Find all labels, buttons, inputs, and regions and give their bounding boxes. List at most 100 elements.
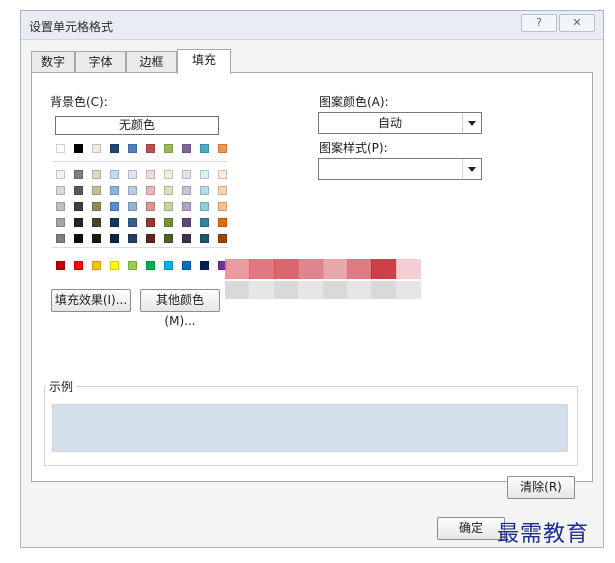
theme-color-swatch[interactable] (218, 234, 227, 243)
standard-color-swatch[interactable] (110, 144, 119, 153)
standard-bright-color-swatch[interactable] (110, 261, 119, 270)
theme-color-swatch[interactable] (74, 234, 83, 243)
standard-bright-color-swatch[interactable] (182, 261, 191, 270)
theme-color-swatch[interactable] (218, 218, 227, 227)
clear-button[interactable]: 清除(R) (507, 476, 575, 499)
theme-color-swatch[interactable] (92, 218, 101, 227)
theme-color-swatch[interactable] (128, 186, 137, 195)
theme-color-swatch[interactable] (164, 186, 173, 195)
standard-bright-color-swatch[interactable] (164, 261, 173, 270)
theme-color-swatch[interactable] (146, 234, 155, 243)
standard-color-swatch[interactable] (200, 144, 209, 153)
theme-color-swatch[interactable] (182, 186, 191, 195)
theme-color-swatch[interactable] (92, 202, 101, 211)
tab-number[interactable]: 数字 (31, 51, 75, 72)
theme-color-swatch[interactable] (56, 218, 65, 227)
theme-color-swatch[interactable] (164, 234, 173, 243)
theme-color-swatch[interactable] (128, 234, 137, 243)
tab-fill[interactable]: 填充 (177, 49, 231, 74)
theme-color-swatch[interactable] (74, 218, 83, 227)
theme-color-swatch[interactable] (200, 218, 209, 227)
theme-color-swatch[interactable] (200, 202, 209, 211)
blur-block (249, 281, 275, 299)
theme-color-swatch[interactable] (92, 186, 101, 195)
theme-color-swatch[interactable] (110, 234, 119, 243)
theme-color-swatch[interactable] (182, 202, 191, 211)
more-colors-button[interactable]: 其他颜色(M)... (140, 289, 220, 328)
theme-color-swatch[interactable] (110, 202, 119, 211)
tab-border[interactable]: 边框 (126, 51, 177, 72)
standard-color-swatch[interactable] (92, 144, 101, 153)
theme-color-swatch[interactable] (146, 186, 155, 195)
fill-effects-button[interactable]: 填充效果(I)... (51, 289, 131, 312)
theme-color-swatch[interactable] (74, 186, 83, 195)
standard-color-swatch[interactable] (146, 144, 155, 153)
blur-block (273, 281, 300, 299)
ok-button[interactable]: 确定 (437, 517, 505, 540)
standard-color-swatch[interactable] (128, 144, 137, 153)
theme-color-swatch[interactable] (110, 170, 119, 179)
no-color-button[interactable]: 无颜色 (55, 116, 219, 135)
blur-block (371, 259, 397, 279)
theme-color-swatch[interactable] (56, 186, 65, 195)
help-button[interactable]: ? (521, 14, 557, 32)
standard-bright-color-swatch[interactable] (74, 261, 83, 270)
standard-color-swatch[interactable] (56, 144, 65, 153)
blur-block (322, 259, 348, 279)
standard-color-swatch[interactable] (182, 144, 191, 153)
theme-color-swatch[interactable] (218, 170, 227, 179)
background-color-label: 背景色(C): (50, 95, 108, 109)
theme-color-swatch[interactable] (128, 170, 137, 179)
theme-color-swatch[interactable] (146, 170, 155, 179)
theme-color-swatch[interactable] (218, 202, 227, 211)
theme-color-swatch[interactable] (164, 218, 173, 227)
theme-color-swatch[interactable] (182, 170, 191, 179)
theme-color-swatch[interactable] (74, 202, 83, 211)
theme-color-swatch[interactable] (146, 218, 155, 227)
palette-divider (52, 247, 228, 248)
theme-color-swatch[interactable] (110, 186, 119, 195)
theme-color-swatch[interactable] (128, 202, 137, 211)
dialog-title: 设置单元格格式 (29, 20, 114, 34)
theme-color-swatch[interactable] (200, 234, 209, 243)
theme-color-swatch[interactable] (218, 186, 227, 195)
theme-color-swatch[interactable] (56, 234, 65, 243)
theme-color-swatch[interactable] (182, 234, 191, 243)
theme-color-swatch[interactable] (56, 202, 65, 211)
theme-color-swatch[interactable] (128, 218, 137, 227)
standard-bright-color-swatch[interactable] (92, 261, 101, 270)
close-button[interactable]: ✕ (559, 14, 595, 32)
standard-bright-color-swatch[interactable] (128, 261, 137, 270)
theme-color-swatch[interactable] (200, 186, 209, 195)
chevron-down-icon (462, 113, 481, 133)
sample-preview (52, 404, 568, 452)
theme-color-swatch[interactable] (74, 170, 83, 179)
standard-bright-color-swatch[interactable] (56, 261, 65, 270)
standard-bright-color-swatch[interactable] (146, 261, 155, 270)
theme-color-swatch[interactable] (92, 234, 101, 243)
blur-block (225, 259, 251, 279)
theme-color-swatch[interactable] (56, 170, 65, 179)
pattern-style-select[interactable] (318, 158, 482, 180)
theme-color-swatch[interactable] (164, 170, 173, 179)
blur-block (346, 259, 373, 279)
blur-block (322, 281, 348, 299)
pattern-color-label: 图案颜色(A): (319, 95, 389, 109)
pattern-color-select[interactable]: 自动 (318, 112, 482, 134)
help-icon: ? (536, 16, 542, 29)
theme-color-swatch[interactable] (110, 218, 119, 227)
sample-label: 示例 (46, 378, 77, 395)
blurred-overlay (225, 255, 421, 303)
standard-color-swatch[interactable] (164, 144, 173, 153)
standard-color-swatch[interactable] (218, 144, 227, 153)
theme-color-swatch[interactable] (182, 218, 191, 227)
blur-block (346, 281, 373, 299)
standard-bright-color-swatch[interactable] (200, 261, 209, 270)
theme-color-swatch[interactable] (92, 170, 101, 179)
theme-color-swatch[interactable] (146, 202, 155, 211)
tab-font[interactable]: 字体 (75, 51, 126, 72)
theme-color-swatch[interactable] (200, 170, 209, 179)
blur-block (298, 259, 324, 279)
standard-color-swatch[interactable] (74, 144, 83, 153)
theme-color-swatch[interactable] (164, 202, 173, 211)
